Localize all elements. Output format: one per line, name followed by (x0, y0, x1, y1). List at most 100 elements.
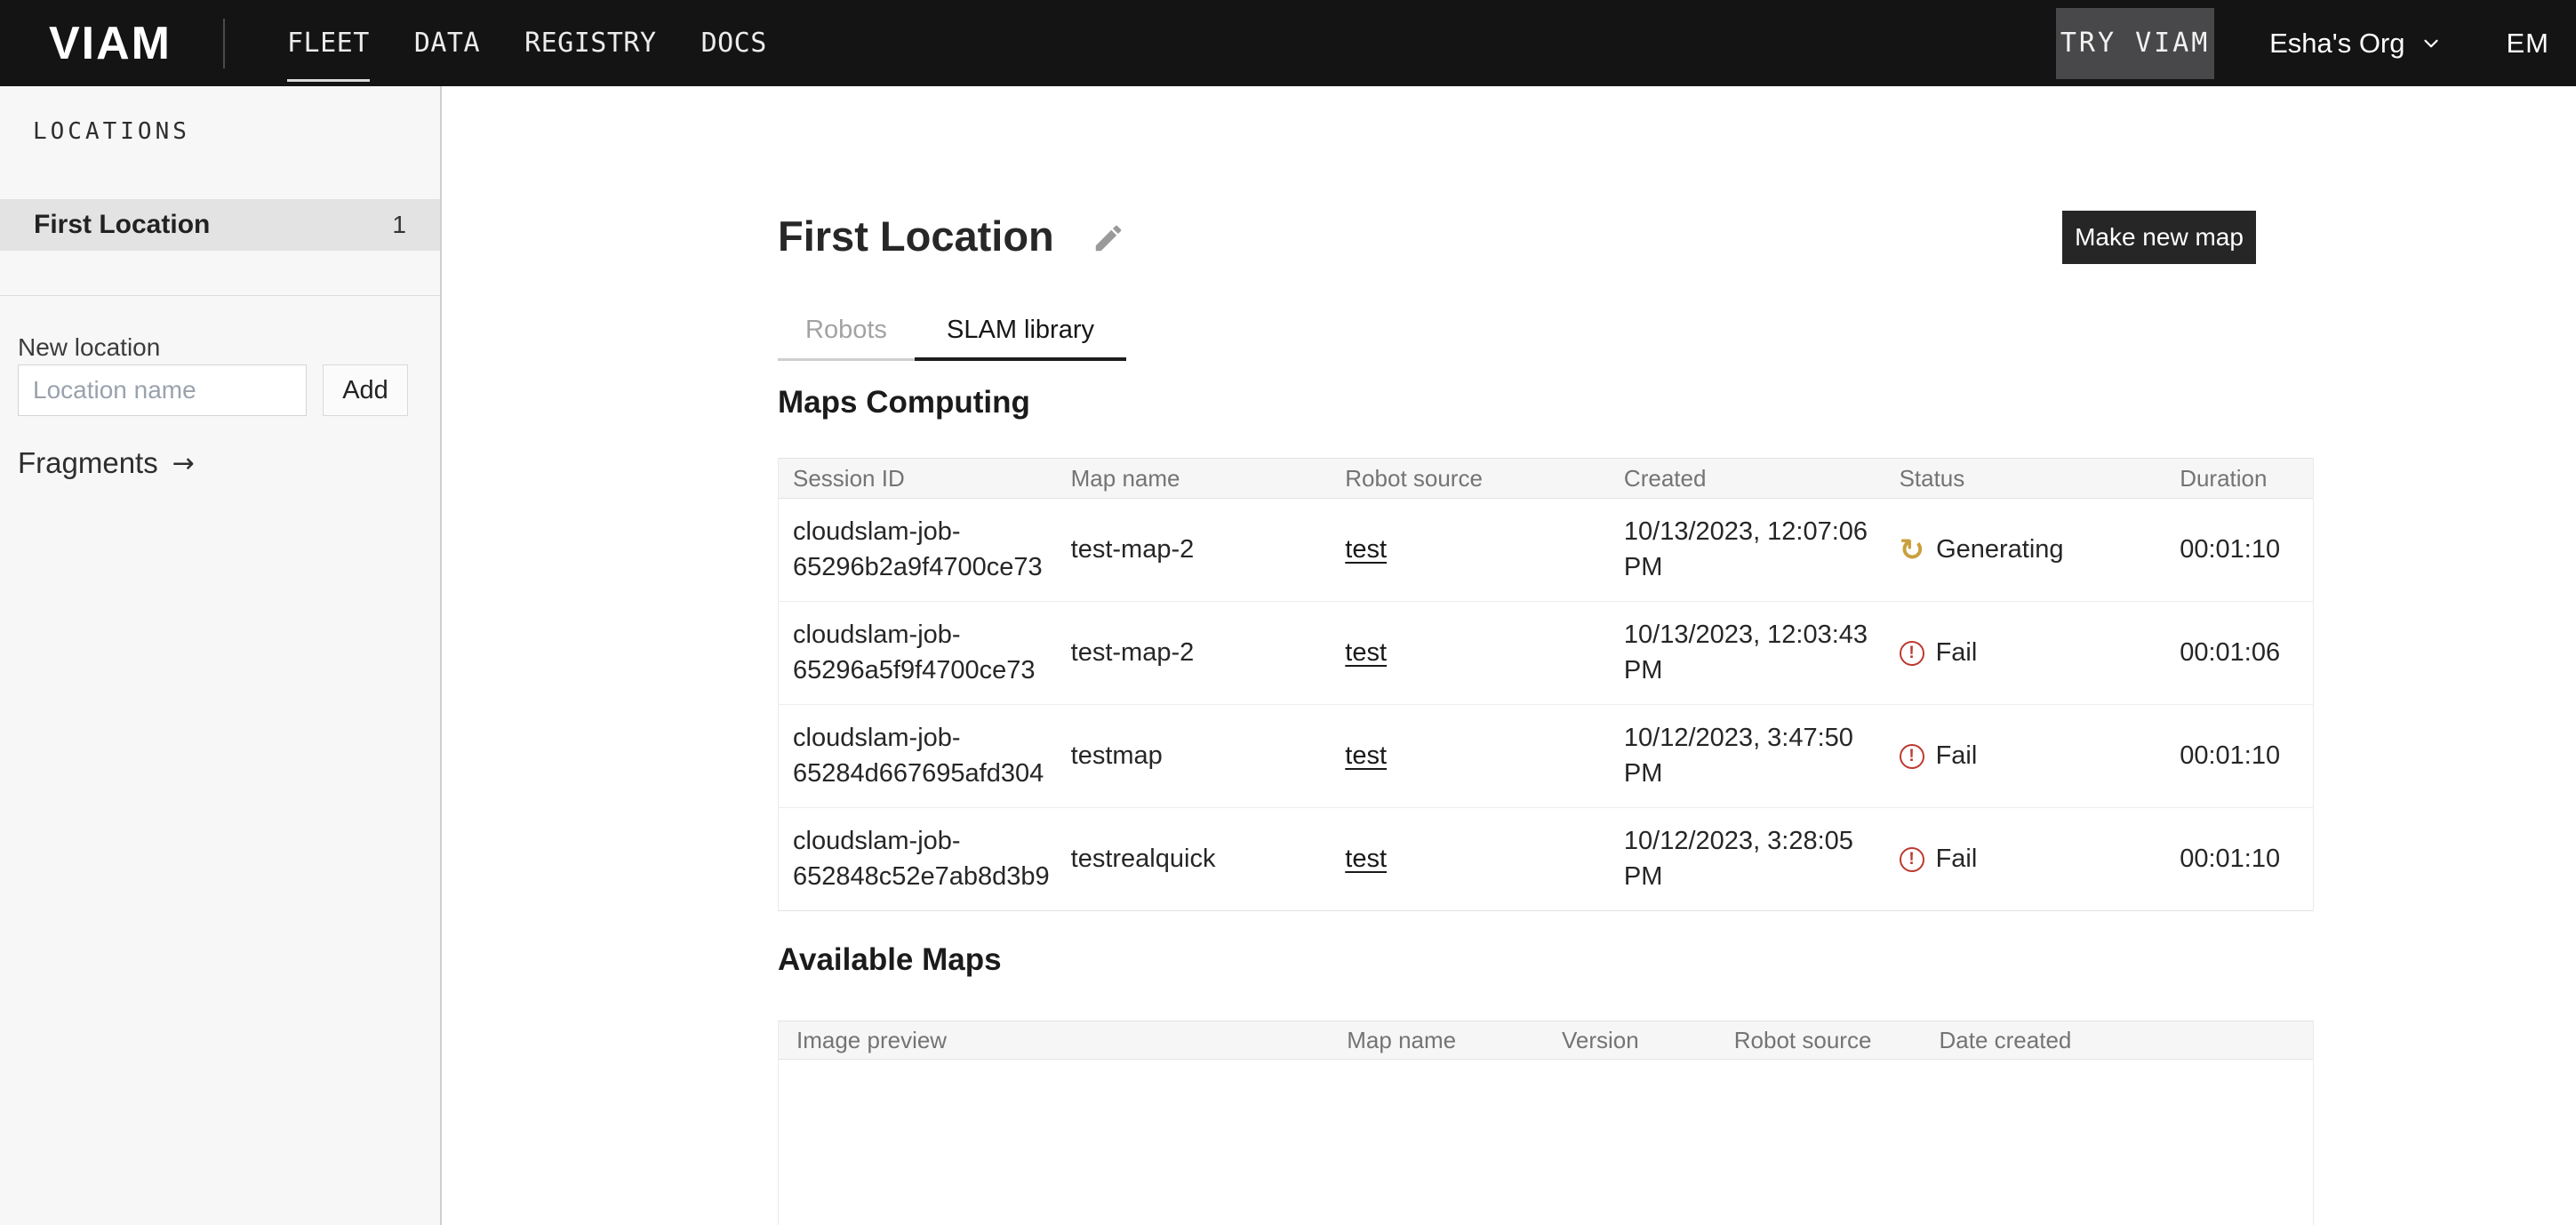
robot-source-link[interactable]: test (1345, 535, 1387, 564)
top-nav: VIAM FLEET DATA REGISTRY DOCS TRY VIAM E… (0, 0, 2576, 86)
created-timestamp: 10/13/2023, 12:03:43 PM (1624, 618, 1873, 687)
table-row: cloudslam-job-65296a5f9f4700ce73 test-map… (779, 602, 2313, 705)
created-timestamp: 10/12/2023, 3:47:50 PM (1624, 721, 1873, 790)
maps-computing-rows: cloudslam-job-65296b2a9f4700ce73 test-map… (779, 499, 2313, 911)
column-header-duration: Duration (2165, 465, 2313, 492)
created-timestamp: 10/12/2023, 3:28:05 PM (1624, 824, 1873, 893)
map-name-cell: testmap (1057, 741, 1332, 771)
map-name-cell: test-map-2 (1057, 535, 1332, 564)
user-menu-initials[interactable]: EM (2507, 28, 2550, 60)
viam-logo[interactable]: VIAM (49, 17, 172, 70)
try-viam-button[interactable]: TRY VIAM (2056, 8, 2214, 79)
available-maps-table: Image preview Map name Version Robot sou… (778, 1021, 2314, 1225)
maps-computing-heading: Maps Computing (778, 385, 1030, 420)
robot-source-link[interactable]: test (1345, 845, 1387, 873)
status-label: Fail (1936, 638, 1978, 668)
session-id: cloudslam-job-65296a5f9f4700ce73 (793, 621, 1036, 684)
status-label: Generating (1936, 535, 2064, 564)
session-id: cloudslam-job-652848c52e7ab8d3b9 (793, 827, 1050, 890)
column-header-session-id: Session ID (779, 465, 1057, 492)
fail-alert-icon: ! (1900, 641, 1924, 666)
session-id-cell: cloudslam-job-65296b2a9f4700ce73 (779, 515, 1057, 584)
fragments-link[interactable]: Fragments → (18, 446, 195, 480)
column-header-robot-source: Robot source (1331, 465, 1610, 492)
new-location-label: New location (18, 333, 160, 362)
available-maps-header: Image preview Map name Version Robot sou… (779, 1021, 2313, 1060)
column-header-am-robot-source: Robot source (1720, 1027, 1925, 1054)
viam-app: VIAM FLEET DATA REGISTRY DOCS TRY VIAM E… (0, 0, 2576, 1225)
generating-refresh-icon: ↻ (1900, 535, 1925, 565)
status-cell: ! Fail (1885, 741, 2166, 771)
column-header-map-name: Map name (1057, 465, 1332, 492)
chevron-down-icon (2420, 32, 2443, 55)
status-label: Fail (1936, 845, 1978, 874)
robot-source-cell: test (1331, 845, 1610, 874)
robot-source-cell: test (1331, 638, 1610, 668)
location-tabs: Robots SLAM library (778, 302, 1126, 361)
table-row: cloudslam-job-65284d667695afd304 testmap t… (779, 705, 2313, 808)
fail-alert-icon: ! (1900, 744, 1924, 769)
fragments-label: Fragments (18, 446, 158, 480)
sidebar-item-first-location[interactable]: First Location 1 (0, 199, 440, 251)
robot-source-cell: test (1331, 535, 1610, 564)
maps-computing-table: Session ID Map name Robot source Created… (778, 458, 2314, 911)
robot-source-cell: test (1331, 741, 1610, 771)
map-name-cell: testrealquick (1057, 845, 1332, 874)
nav-item-registry[interactable]: REGISTRY (524, 20, 657, 66)
created-cell: 10/13/2023, 12:03:43 PM (1610, 618, 1885, 687)
session-id-cell: cloudslam-job-652848c52e7ab8d3b9 (779, 824, 1057, 893)
column-header-date-created: Date created (1925, 1027, 2313, 1054)
robot-source-link[interactable]: test (1345, 741, 1387, 770)
duration-cell: 00:01:06 (2165, 638, 2313, 668)
nav-items: FLEET DATA REGISTRY DOCS (287, 20, 767, 66)
status-label: Fail (1936, 741, 1978, 771)
top-nav-right: TRY VIAM Esha's Org EM (2056, 8, 2576, 79)
table-row: cloudslam-job-65296b2a9f4700ce73 test-map… (779, 499, 2313, 602)
tab-robots[interactable]: Robots (778, 302, 915, 358)
nav-divider (223, 19, 225, 68)
make-new-map-button[interactable]: Make new map (2062, 211, 2256, 264)
nav-item-docs[interactable]: DOCS (701, 20, 767, 66)
locations-sidebar: LOCATIONS First Location 1 New location … (0, 86, 442, 1225)
column-header-am-map-name: Map name (1332, 1027, 1548, 1054)
column-header-status: Status (1885, 465, 2166, 492)
location-name: First Location (34, 210, 210, 240)
new-location-input[interactable] (18, 364, 307, 416)
sidebar-divider (0, 295, 440, 296)
status-cell: ! Fail (1885, 845, 2166, 874)
created-cell: 10/12/2023, 3:47:50 PM (1610, 721, 1885, 790)
location-count-badge: 1 (392, 211, 406, 239)
column-header-image-preview: Image preview (779, 1027, 1332, 1054)
available-maps-heading: Available Maps (778, 942, 1002, 978)
nav-item-data[interactable]: DATA (414, 20, 480, 66)
column-header-created: Created (1610, 465, 1885, 492)
nav-item-fleet[interactable]: FLEET (287, 20, 370, 66)
status-cell: ! Fail (1885, 638, 2166, 668)
org-switcher[interactable]: Esha's Org (2269, 28, 2442, 60)
column-header-version: Version (1548, 1027, 1720, 1054)
created-timestamp: 10/13/2023, 12:07:06 PM (1624, 515, 1873, 584)
available-maps-empty-body (779, 1060, 2313, 1225)
robot-source-link[interactable]: test (1345, 638, 1387, 667)
duration-cell: 00:01:10 (2165, 845, 2313, 874)
add-location-button[interactable]: Add (323, 364, 408, 416)
tab-slam-library[interactable]: SLAM library (915, 302, 1126, 358)
edit-pencil-icon[interactable] (1092, 221, 1125, 255)
sidebar-heading: LOCATIONS (33, 118, 190, 145)
created-cell: 10/13/2023, 12:07:06 PM (1610, 515, 1885, 584)
arrow-right-icon: → (172, 448, 195, 479)
org-name: Esha's Org (2269, 28, 2404, 60)
session-id: cloudslam-job-65284d667695afd304 (793, 724, 1044, 787)
duration-cell: 00:01:10 (2165, 741, 2313, 771)
table-row: cloudslam-job-652848c52e7ab8d3b9testreal… (779, 808, 2313, 911)
session-id: cloudslam-job-65296b2a9f4700ce73 (793, 517, 1043, 580)
maps-computing-header: Session ID Map name Robot source Created… (779, 458, 2313, 499)
session-id-cell: cloudslam-job-65284d667695afd304 (779, 721, 1057, 790)
created-cell: 10/12/2023, 3:28:05 PM (1610, 824, 1885, 893)
page-title-row: First Location (778, 212, 1125, 260)
status-cell: ↻ Generating (1885, 535, 2166, 565)
fail-alert-icon: ! (1900, 847, 1924, 872)
session-id-cell: cloudslam-job-65296a5f9f4700ce73 (779, 618, 1057, 687)
page-title: First Location (778, 212, 1054, 260)
map-name-cell: test-map-2 (1057, 638, 1332, 668)
